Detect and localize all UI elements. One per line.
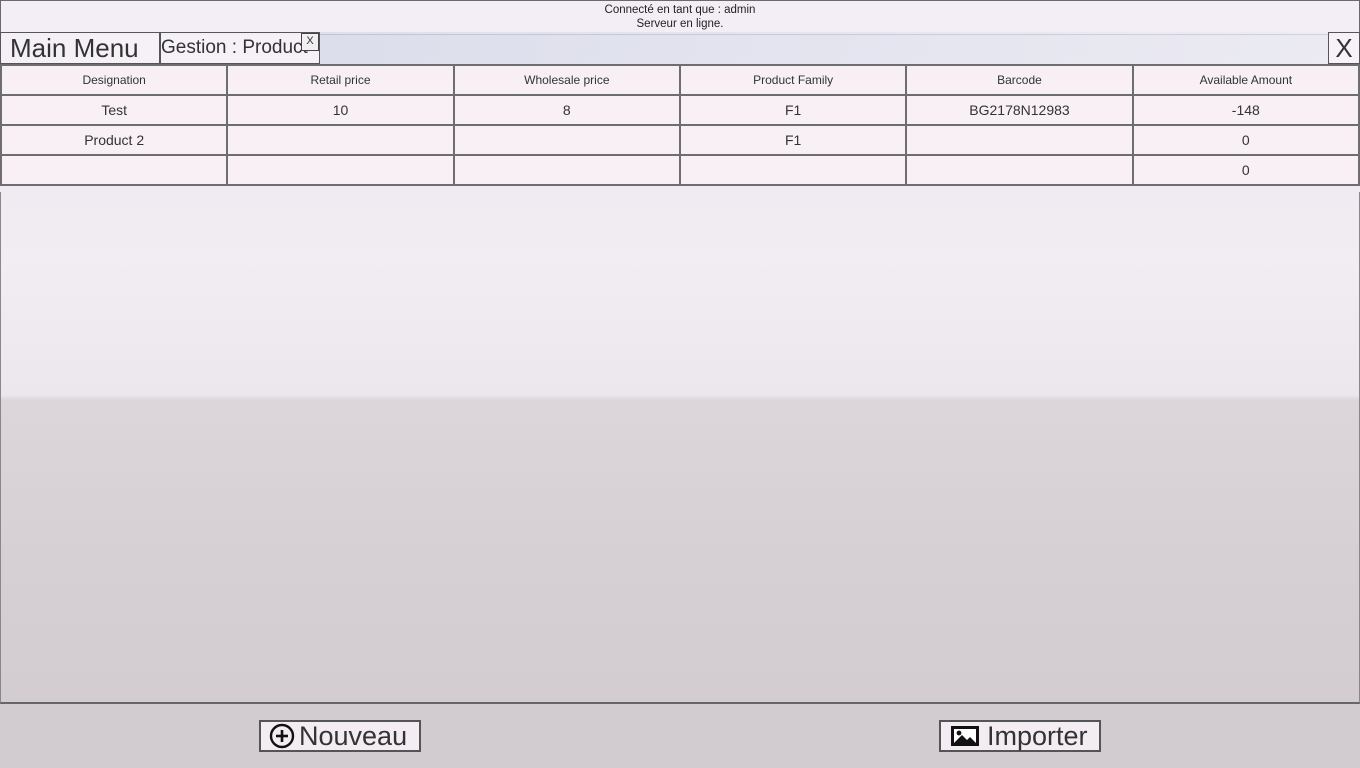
- column-header-retail-price[interactable]: Retail price: [226, 64, 455, 96]
- column-header-wholesale-price[interactable]: Wholesale price: [452, 64, 681, 96]
- table-cell[interactable]: 10: [226, 94, 455, 126]
- close-window-button[interactable]: X: [1328, 32, 1360, 64]
- table-cell[interactable]: BG2178N12983: [905, 94, 1134, 126]
- column-header-barcode[interactable]: Barcode: [905, 64, 1134, 96]
- column-header-product-family[interactable]: Product Family: [678, 64, 908, 96]
- tab-product-management[interactable]: Gestion : Product: [160, 32, 320, 64]
- tab-main-menu[interactable]: Main Menu: [0, 32, 160, 64]
- product-table: Designation Retail price Wholesale price…: [0, 64, 1360, 186]
- connection-status-bar: Connecté en tant que : admin Serveur en …: [0, 0, 1360, 35]
- table-cell[interactable]: [905, 154, 1134, 186]
- table-cell[interactable]: -148: [1131, 94, 1360, 126]
- bottom-action-bar: Nouveau Importer: [0, 704, 1360, 768]
- table-cell[interactable]: 0: [1131, 124, 1360, 156]
- table-row[interactable]: 0: [0, 154, 1360, 186]
- table-cell[interactable]: [452, 154, 681, 186]
- column-header-available-amount[interactable]: Available Amount: [1131, 64, 1360, 96]
- plus-circle-icon: [261, 723, 299, 749]
- table-cell[interactable]: [226, 154, 455, 186]
- tab-bar: Main Menu Gestion : Product: [0, 32, 1360, 64]
- new-button[interactable]: Nouveau: [259, 720, 421, 752]
- server-status-text: Serveur en ligne.: [636, 18, 724, 30]
- table-cell[interactable]: [905, 124, 1134, 156]
- close-tab-button[interactable]: X: [301, 33, 319, 51]
- table-cell[interactable]: 8: [452, 94, 681, 126]
- table-cell[interactable]: Product 2: [0, 124, 229, 156]
- table-cell[interactable]: [678, 154, 908, 186]
- new-button-label: Nouveau: [299, 721, 408, 751]
- image-icon: [941, 724, 987, 748]
- table-row[interactable]: Product 2 F1 0: [0, 124, 1360, 156]
- connected-user-text: Connecté en tant que : admin: [604, 4, 756, 16]
- table-cell[interactable]: F1: [678, 94, 908, 126]
- import-button-label: Importer: [987, 721, 1088, 751]
- column-header-designation[interactable]: Designation: [0, 64, 229, 96]
- table-cell[interactable]: Test: [0, 94, 229, 126]
- import-button[interactable]: Importer: [939, 720, 1101, 752]
- table-cell[interactable]: [226, 124, 455, 156]
- table-cell[interactable]: [452, 124, 681, 156]
- content-area: [0, 192, 1360, 704]
- table-row[interactable]: Test 10 8 F1 BG2178N12983 -148: [0, 94, 1360, 126]
- table-cell[interactable]: 0: [1131, 154, 1360, 186]
- table-header-row: Designation Retail price Wholesale price…: [0, 64, 1360, 96]
- table-cell[interactable]: F1: [678, 124, 908, 156]
- table-cell[interactable]: [0, 154, 229, 186]
